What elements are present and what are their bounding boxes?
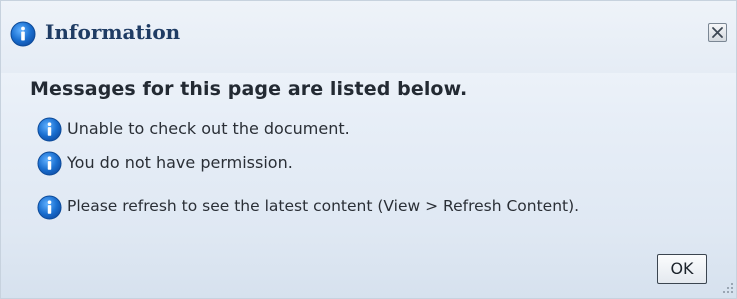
dialog-title: Information bbox=[45, 20, 181, 44]
close-icon bbox=[712, 27, 723, 38]
information-dialog: Information Messages for this page are l… bbox=[0, 0, 737, 299]
dialog-titlebar: Information bbox=[1, 1, 736, 73]
messages-heading: Messages for this page are listed below. bbox=[30, 78, 468, 100]
info-icon bbox=[37, 195, 62, 220]
info-icon bbox=[37, 117, 62, 142]
resize-grip-icon[interactable] bbox=[717, 277, 735, 295]
message-text: Please refresh to see the latest content… bbox=[67, 197, 580, 215]
message-text: You do not have permission. bbox=[67, 153, 293, 172]
close-button[interactable] bbox=[708, 23, 727, 42]
info-icon bbox=[10, 21, 36, 47]
info-icon bbox=[37, 151, 62, 176]
message-text: Unable to check out the document. bbox=[67, 119, 350, 138]
ok-button[interactable]: OK bbox=[657, 254, 707, 284]
